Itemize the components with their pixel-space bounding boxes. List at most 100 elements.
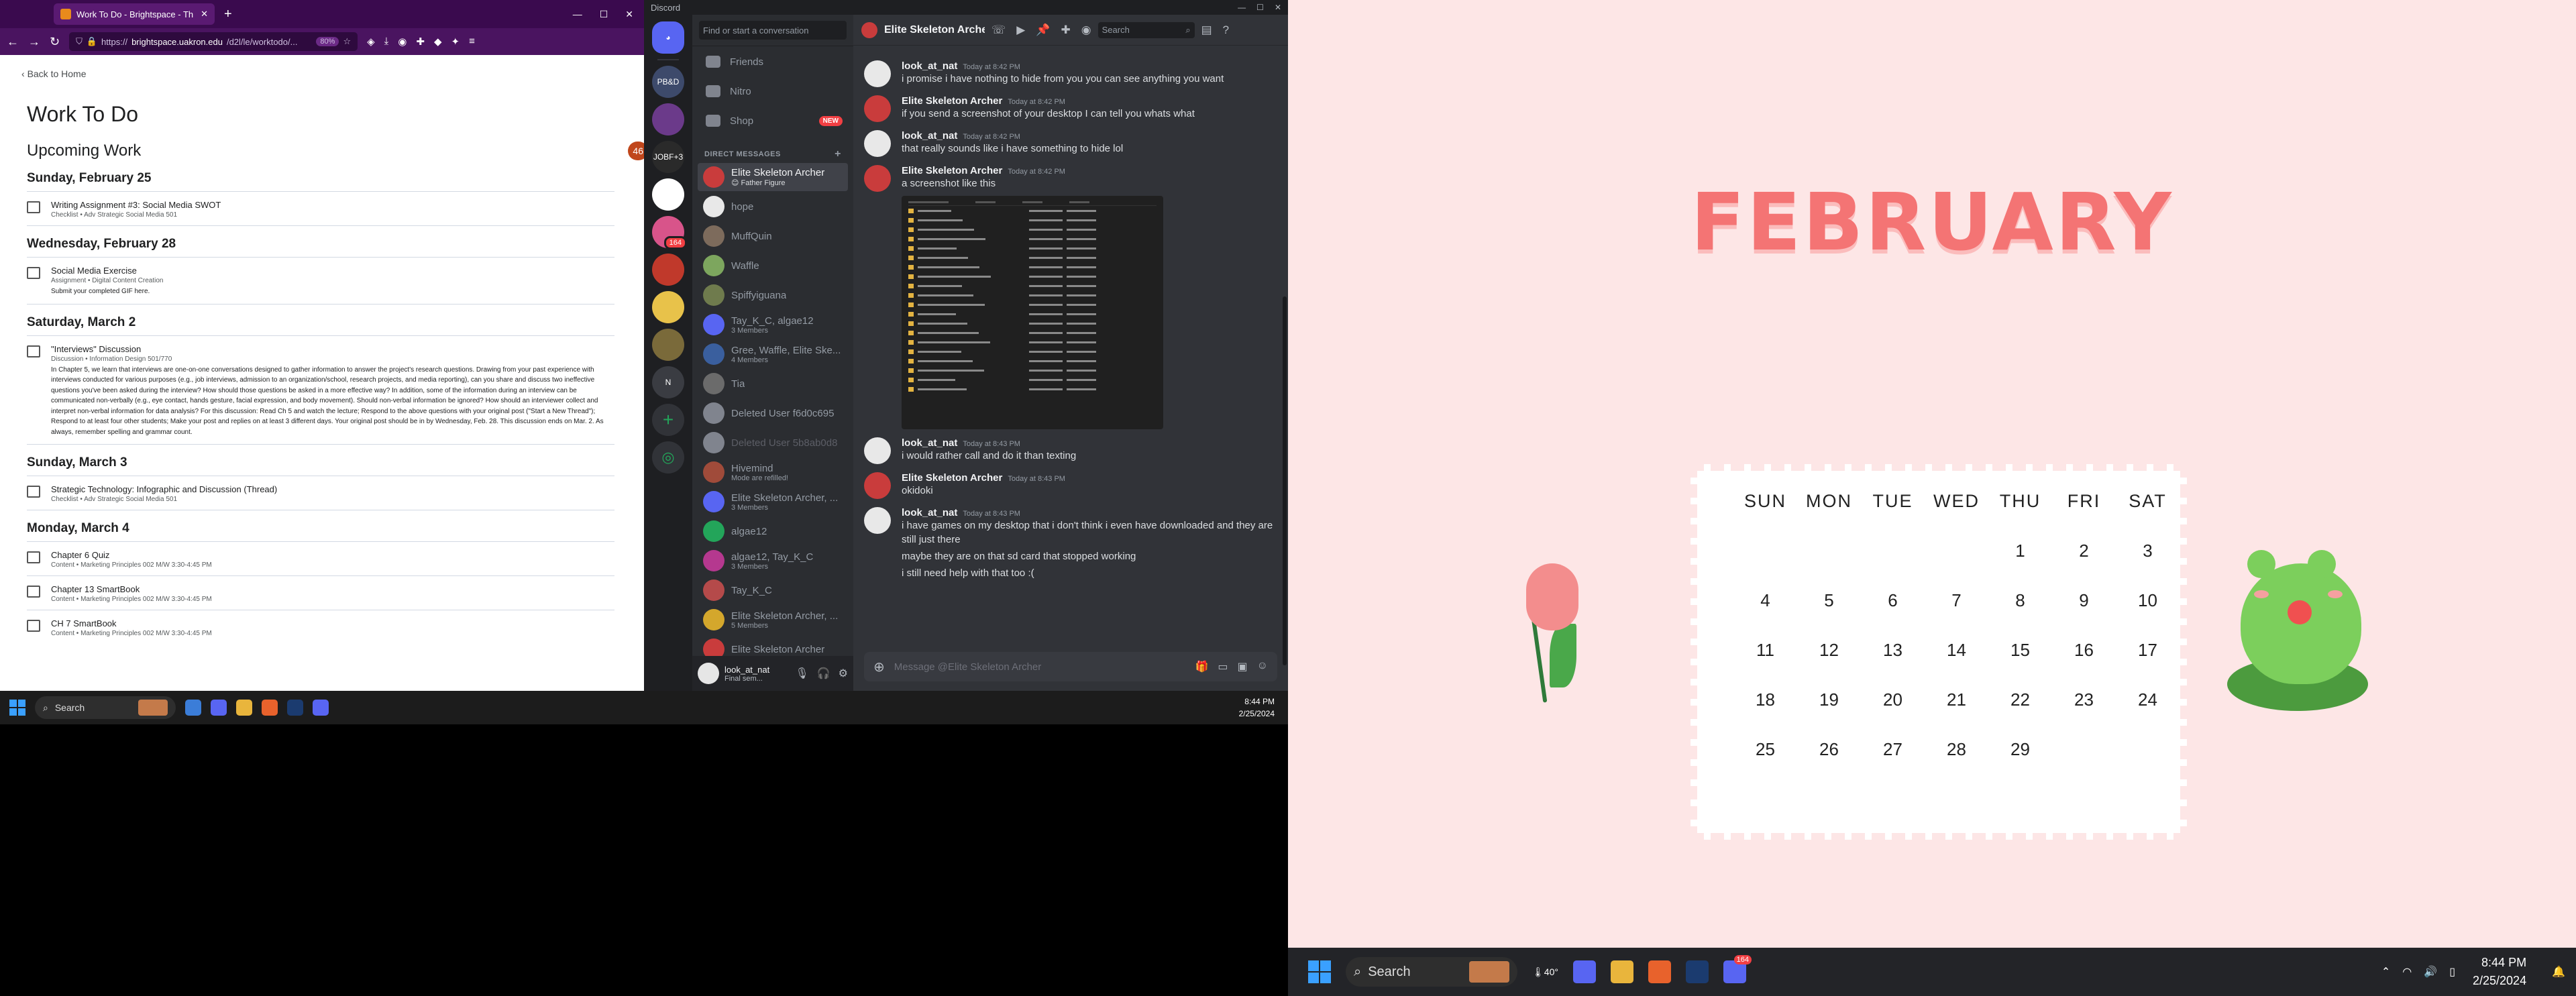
dm-item[interactable]: Elite Skeleton Archer, ... 5 Members [698,606,848,634]
dm-item[interactable]: Hivemind Mode are refilled! [698,458,848,486]
windows-start-icon[interactable] [1308,960,1331,983]
shield-extension-icon[interactable]: ◆ [434,36,442,48]
settings-gear-icon[interactable]: ⚙ [839,667,848,680]
dm-item[interactable]: algae12, Tay_K_C 3 Members [698,547,848,575]
file-explorer-icon[interactable] [1610,960,1633,983]
message-composer[interactable]: ⊕ Message @Elite Skeleton Archer 🎁 ▭ ▣ ☺ [864,652,1277,681]
dm-item[interactable]: algae12 [698,517,848,545]
notification-bell-icon[interactable]: 🔔 [2552,965,2565,979]
message[interactable]: look_at_nat Today at 8:43 PM i have games … [864,507,1277,547]
server-icon[interactable] [652,329,684,361]
message-author[interactable]: Elite Skeleton Archer [902,165,1002,176]
work-item[interactable]: Chapter 13 SmartBook Content • Marketing … [27,584,614,603]
add-server-icon[interactable]: + [652,404,684,436]
taskbar-clock[interactable]: 8:44 PM 2/25/2024 [1239,696,1275,720]
bookmark-star-icon[interactable]: ☆ [343,36,351,47]
server-icon[interactable] [652,103,684,135]
user-profile-icon[interactable]: ◉ [1081,23,1091,37]
message[interactable]: look_at_nat Today at 8:43 PM i would rathe… [864,437,1277,464]
recipient-name[interactable]: Elite Skeleton Archer [884,24,985,36]
back-arrow-icon[interactable]: ← [7,35,19,49]
wifi-icon[interactable]: ◠ [2402,965,2412,979]
dm-item[interactable]: hope [698,192,848,221]
discord-taskbar-icon[interactable] [211,700,227,716]
browser-tab[interactable]: Work To Do - Brightspace - Th ✕ [54,3,215,25]
gif-icon[interactable]: ▭ [1218,660,1228,673]
video-call-icon[interactable]: ▶ [1016,23,1025,37]
work-item[interactable]: Social Media Exercise Assignment • Digita… [27,266,614,297]
item-name[interactable]: Strategic Technology: Infographic and Di… [51,484,614,494]
message-avatar[interactable] [864,472,891,499]
dm-item[interactable]: Tay_K_C [698,576,848,604]
extension-icon[interactable]: ✚ [416,36,425,48]
server-icon[interactable] [652,291,684,323]
message-avatar[interactable] [864,95,891,122]
nav-shop[interactable]: Shop NEW [698,107,848,135]
server-icon[interactable]: 164 [652,216,687,250]
item-name[interactable]: "Interviews" Discussion [51,344,614,354]
discord-taskbar-icon[interactable] [1572,960,1596,983]
dm-item[interactable]: Spiffyiguana [698,281,848,309]
headphones-icon[interactable]: 🎧 [817,667,830,680]
pinned-messages-icon[interactable]: 📌 [1036,23,1050,37]
discord-app-icon[interactable] [313,700,329,716]
inbox-icon[interactable]: ▤ [1201,23,1212,37]
minimize-icon[interactable]: — [573,9,582,20]
close-window-icon[interactable]: ✕ [625,9,633,20]
dm-item[interactable]: MuffQuin [698,222,848,250]
screenshot-attachment[interactable] [902,196,1163,429]
volume-icon[interactable]: 🔊 [2424,965,2437,979]
message[interactable]: Elite Skeleton Archer Today at 8:43 PM oki… [864,472,1277,499]
menu-icon[interactable]: ≡ [469,36,475,48]
dm-item[interactable]: Gree, Waffle, Elite Ske... 4 Members [698,340,848,368]
new-tab-button[interactable]: + [224,7,232,22]
server-icon[interactable] [652,254,684,286]
work-item[interactable]: "Interviews" Discussion Discussion • Info… [27,344,614,438]
message[interactable]: Elite Skeleton Archer Today at 8:42 PM if … [864,95,1277,122]
message-avatar[interactable] [864,130,891,157]
firefox-icon[interactable] [262,700,278,716]
message-author[interactable]: look_at_nat [902,60,957,72]
work-item[interactable]: Chapter 6 Quiz Content • Marketing Princi… [27,550,614,569]
taskbar-search[interactable]: ⌕ Search [35,696,176,719]
minimize-icon[interactable]: — [1238,3,1246,12]
account-icon[interactable]: ◉ [398,36,407,48]
battery-icon[interactable]: ▯ [2449,965,2455,979]
server-icon[interactable]: PB&D [652,66,684,98]
emoji-icon[interactable]: ☺ [1257,660,1268,673]
dm-item[interactable]: Elite Skeleton Archer, ... 3 Members [698,488,848,516]
weather-icon[interactable] [185,700,201,716]
user-avatar[interactable] [698,663,719,684]
discord-home-icon[interactable]: ◕ [652,21,684,54]
reload-icon[interactable]: ↻ [50,35,60,49]
steam-icon[interactable] [287,700,303,716]
item-name[interactable]: CH 7 SmartBook [51,618,614,628]
taskbar-search[interactable]: ⌕ Search [1346,957,1517,987]
file-explorer-icon[interactable] [236,700,252,716]
dm-item[interactable]: Elite Skeleton Archer 😊 Father Figure [698,163,848,191]
pocket-icon[interactable]: ◈ [367,36,375,48]
url-bar[interactable]: ⛉ 🔒 https://brightspace.uakron.edu/d2l/l… [69,32,358,51]
puzzle-icon[interactable]: ✦ [451,36,460,48]
item-name[interactable]: Chapter 13 SmartBook [51,584,614,594]
close-tab-icon[interactable]: ✕ [201,9,208,19]
item-name[interactable]: Chapter 6 Quiz [51,550,614,560]
discord-app-icon[interactable]: 164 [1723,955,1752,983]
server-icon[interactable]: N [652,366,684,398]
add-friends-icon[interactable]: ✚ [1061,23,1071,37]
firefox-icon[interactable] [1648,960,1671,983]
downloads-icon[interactable]: ⤓ [384,36,389,48]
server-icon[interactable] [652,178,684,211]
discover-servers-icon[interactable]: ◎ [652,441,684,474]
zoom-level-button[interactable]: 80% [316,37,339,46]
dm-item[interactable]: Tay_K_C, algae12 3 Members [698,311,848,339]
message[interactable]: Elite Skeleton Archer Today at 8:42 PM a s… [864,165,1277,429]
back-to-home-link[interactable]: ‹ Back to Home [21,68,617,79]
message[interactable]: look_at_nat Today at 8:42 PM that really s… [864,130,1277,157]
message-avatar[interactable] [864,60,891,87]
maximize-icon[interactable]: ☐ [1256,3,1264,12]
chat-search-input[interactable]: Search ⌕ [1097,21,1195,38]
microphone-icon[interactable]: 🎙 [795,667,808,680]
voice-call-icon[interactable]: ☏ [991,23,1006,37]
message-author[interactable]: look_at_nat [902,507,957,518]
